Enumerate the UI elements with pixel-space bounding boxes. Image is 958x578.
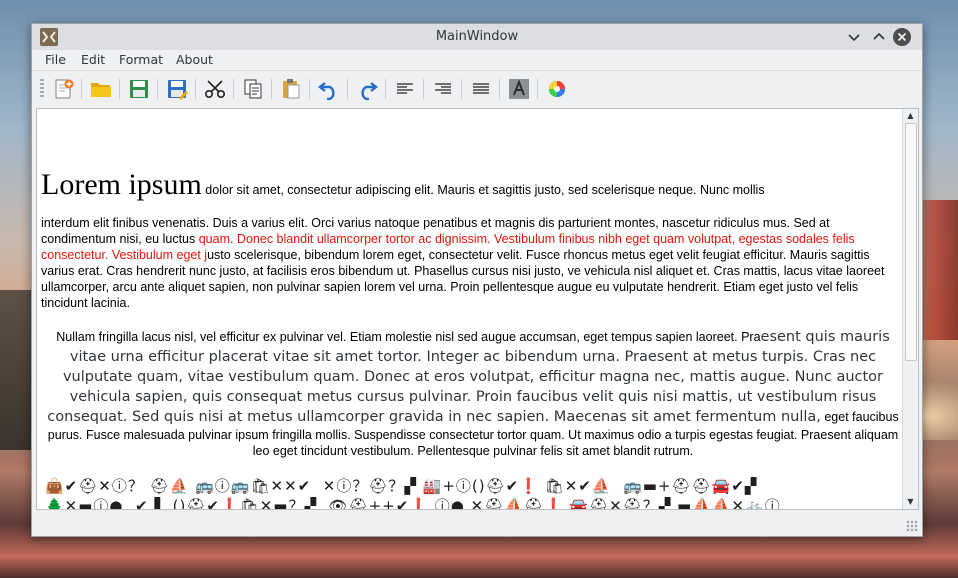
text-editor[interactable]: Lorem ipsum dolor sit amet, consectetur … <box>36 108 919 510</box>
align-left-icon[interactable] <box>394 78 416 100</box>
title-bar[interactable]: MainWindow <box>32 24 922 51</box>
toolbar-separator <box>423 79 424 99</box>
menu-about[interactable]: About <box>176 52 213 67</box>
chevron-down-icon <box>848 34 860 42</box>
toolbar <box>32 70 922 107</box>
toolbar-separator <box>271 79 272 99</box>
toolbar-separator <box>233 79 234 99</box>
toolbar-separator <box>81 79 82 99</box>
menu-edit[interactable]: Edit <box>81 52 105 67</box>
scroll-down-arrow-icon[interactable]: ▼ <box>903 496 918 508</box>
redo-icon[interactable] <box>356 78 378 100</box>
new-document-icon[interactable] <box>53 78 75 100</box>
toolbar-separator <box>461 79 462 99</box>
toolbar-separator <box>537 79 538 99</box>
chevron-up-icon <box>873 32 885 40</box>
toolbar-separator <box>499 79 500 99</box>
large-heading-text: Lorem ipsum <box>41 168 202 201</box>
toolbar-separator <box>309 79 310 99</box>
symbol-line-2: 🌲✕▬ⓘ● ✔ ▌ ()⛑✔❗🛍✕▬？▞ 👁⛑++✔❗ ⓘ● ✕⛑⛵⛑❗ 🚘⛑✕… <box>45 497 781 510</box>
minimize-button[interactable] <box>845 28 863 46</box>
cut-icon[interactable] <box>204 78 226 100</box>
justify-icon[interactable] <box>470 78 492 100</box>
maximize-button[interactable] <box>870 28 888 46</box>
toolbar-separator <box>347 79 348 99</box>
menu-format[interactable]: Format <box>119 52 163 67</box>
symbol-line-1: 👜✔⛑✕ⓘ？ ⛑⛵ 🚌ⓘ🚌🛍✕✕✔ ✕ⓘ？⛑？▞ 🏭+ⓘ()⛑✔❗ 🛍✕✔⛵ 🚌… <box>45 477 758 495</box>
toolbar-separator <box>119 79 120 99</box>
save-icon[interactable] <box>128 78 150 100</box>
vertical-scrollbar[interactable]: ▲ ▼ <box>902 109 918 509</box>
close-button[interactable] <box>893 28 911 46</box>
toolbar-separator <box>157 79 158 99</box>
paragraph-2-text-a: Nullam fringilla lacus nisl, vel efficit… <box>56 330 761 344</box>
paragraph-1: interdum elit finibus venenatis. Duis a … <box>41 215 897 311</box>
color-wheel-icon[interactable] <box>546 78 568 100</box>
toolbar-separator <box>385 79 386 99</box>
first-line-text: dolor sit amet, consectetur adipiscing e… <box>201 183 765 197</box>
heading-line: Lorem ipsum dolor sit amet, consectetur … <box>41 170 901 200</box>
menu-bar: File Edit Format About <box>32 50 922 70</box>
close-icon <box>897 32 907 42</box>
scroll-up-arrow-icon[interactable]: ▲ <box>903 110 918 122</box>
paste-icon[interactable] <box>280 78 302 100</box>
paragraph-2: Nullam fringilla lacus nisl, vel efficit… <box>41 327 905 459</box>
open-folder-icon[interactable] <box>90 78 112 100</box>
undo-icon[interactable] <box>318 78 340 100</box>
menu-file[interactable]: File <box>45 52 66 67</box>
toolbar-separator <box>195 79 196 99</box>
text-color-icon[interactable] <box>508 78 530 100</box>
toolbar-grip[interactable] <box>40 79 44 99</box>
symbol-font-lines: 👜✔⛑✕ⓘ？ ⛑⛵ 🚌ⓘ🚌🛍✕✕✔ ✕ⓘ？⛑？▞ 🏭+ⓘ()⛑✔❗ 🛍✕✔⛵ 🚌… <box>45 476 885 510</box>
status-bar <box>32 510 922 536</box>
copy-icon[interactable] <box>242 78 264 100</box>
save-as-icon[interactable] <box>166 78 188 100</box>
resize-grip-icon[interactable] <box>906 520 918 532</box>
main-window: MainWindow File Edit Format About Lorem … <box>31 23 923 537</box>
window-title: MainWindow <box>435 29 519 44</box>
align-right-icon[interactable] <box>432 78 454 100</box>
scrollbar-thumb[interactable] <box>905 123 917 361</box>
